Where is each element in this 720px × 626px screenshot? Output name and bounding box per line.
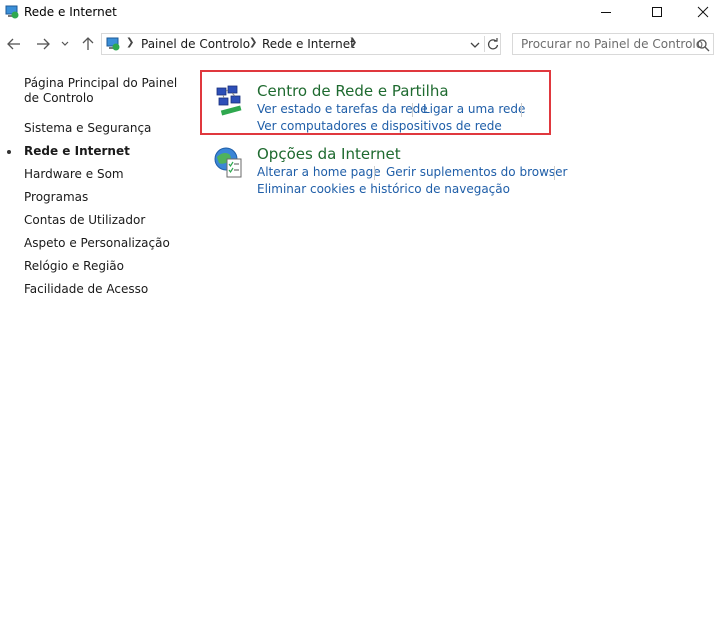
sidebar-item-sistema-seguranca[interactable]: Sistema e Segurança	[24, 121, 151, 136]
search-icon[interactable]	[696, 37, 710, 52]
arrow-left-icon	[7, 38, 20, 50]
sidebar-item-relogio-regiao[interactable]: Relógio e Região	[24, 259, 124, 274]
network-center-icon[interactable]	[211, 82, 247, 118]
current-page-bullet	[7, 150, 11, 154]
sidebar-item-contas-utilizador[interactable]: Contas de Utilizador	[24, 213, 145, 228]
chevron-down-icon	[61, 41, 69, 46]
refresh-button[interactable]	[484, 36, 501, 52]
link-view-network-status[interactable]: Ver estado e tarefas da rede	[257, 102, 428, 116]
breadcrumb-painel-de-controlo[interactable]: Painel de Controlo	[141, 37, 250, 51]
chevron-down-icon	[470, 42, 480, 48]
link-manage-addons[interactable]: Gerir suplementos do browser	[386, 165, 567, 179]
sidebar-item-programas[interactable]: Programas	[24, 190, 88, 205]
search-placeholder: Procurar no Painel de Controlo	[521, 37, 704, 51]
network-center-title[interactable]: Centro de Rede e Partilha	[257, 82, 449, 100]
chevron-right-icon[interactable]: ❯	[126, 37, 134, 48]
sidebar-item-facilidade-acesso[interactable]: Facilidade de Acesso	[24, 282, 148, 297]
sidebar-item-pagina-principal[interactable]: Página Principal do Painel de Controlo	[24, 76, 189, 106]
sidebar-item-label: Rede e Internet	[24, 144, 130, 158]
forward-button[interactable]	[33, 34, 53, 54]
internet-options-icon[interactable]	[211, 145, 247, 181]
link-connect-network[interactable]: Ligar a uma rede	[423, 102, 525, 116]
address-dropdown-button[interactable]	[468, 37, 482, 51]
control-panel-network-icon	[4, 4, 20, 20]
address-bar[interactable]: ❯ Painel de Controlo ❯ Rede e Internet ❯	[101, 33, 501, 55]
up-button[interactable]	[78, 34, 98, 54]
link-separator	[374, 166, 375, 180]
internet-options-title[interactable]: Opções da Internet	[257, 145, 401, 163]
sidebar-item-rede-internet: Rede e Internet	[7, 144, 130, 159]
link-delete-cookies-history[interactable]: Eliminar cookies e histórico de navegaçã…	[257, 182, 510, 196]
arrow-right-icon	[37, 38, 50, 50]
arrow-up-icon	[82, 37, 94, 50]
sidebar-item-aspeto-personalizacao[interactable]: Aspeto e Personalização	[24, 236, 170, 251]
control-panel-icon	[105, 36, 121, 52]
link-change-home-page[interactable]: Alterar a home page	[257, 165, 381, 179]
refresh-icon	[487, 38, 499, 50]
link-separator	[521, 103, 522, 117]
chevron-right-icon[interactable]: ❯	[349, 37, 357, 48]
minimize-button[interactable]	[583, 0, 629, 24]
recent-locations-button[interactable]	[58, 34, 72, 54]
maximize-button[interactable]	[634, 0, 680, 24]
breadcrumb-rede-e-internet[interactable]: Rede e Internet	[262, 37, 355, 51]
chevron-right-icon[interactable]: ❯	[249, 37, 257, 48]
link-separator	[412, 103, 413, 117]
sidebar-item-hardware-som[interactable]: Hardware e Som	[24, 167, 124, 182]
window-title: Rede e Internet	[24, 5, 117, 19]
back-button[interactable]	[4, 34, 24, 54]
link-separator	[554, 166, 555, 180]
link-view-network-devices[interactable]: Ver computadores e dispositivos de rede	[257, 119, 502, 133]
close-button[interactable]	[680, 0, 720, 24]
search-input[interactable]: Procurar no Painel de Controlo	[512, 33, 714, 55]
title-bar: Rede e Internet	[0, 0, 720, 28]
